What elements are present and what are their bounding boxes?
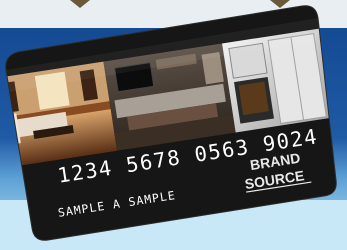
credit-card: BRAND SOURCE 1234 5678 0563 9024 SAMPLE … (0, 0, 347, 250)
